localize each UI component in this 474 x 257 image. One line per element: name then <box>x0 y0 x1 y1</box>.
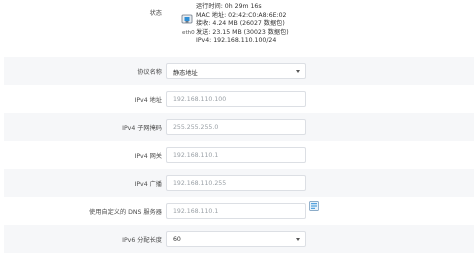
ipv4-netmask-label: IPv4 子网掩码 <box>122 125 162 132</box>
ipv4-broadcast-row: IPv4 广播 192.168.110.255 <box>4 169 474 197</box>
uptime-text: 运行时间: 0h 29m 16s <box>196 3 262 10</box>
interface-settings-form: 状态 eth0 运行时间: 0h 29m 16s MAC 地址: 02:42:C… <box>0 0 474 257</box>
ipv4-gateway-value: 192.168.110.1 <box>173 152 219 159</box>
ipv4-address-input[interactable]: 192.168.110.100 <box>166 91 306 107</box>
ipv6-prefix-label: IPv6 分配长度 <box>122 237 162 244</box>
ipv4-gateway-label: IPv4 网关 <box>134 153 163 160</box>
ipv4-address-label: IPv4 地址 <box>134 97 163 104</box>
custom-dns-label: 使用自定义的 DNS 服务器 <box>89 209 162 216</box>
mac-address-text: MAC 地址: 02:42:C0:A8:6E:02 <box>196 11 287 19</box>
status-details: 运行时间: 0h 29m 16s MAC 地址: 02:42:C0:A8:6E:… <box>196 3 289 46</box>
chevron-down-icon <box>296 238 300 241</box>
custom-dns-value: 192.168.110.1 <box>173 208 219 215</box>
ipv6-prefix-row: IPv6 分配长度 60 <box>4 225 474 253</box>
add-dns-icon[interactable] <box>309 201 319 211</box>
ipv4-netmask-value: 255.255.255.0 <box>173 124 219 131</box>
ipv4-gateway-input[interactable]: 192.168.110.1 <box>166 147 306 163</box>
ipv4-netmask-input[interactable]: 255.255.255.0 <box>166 119 306 135</box>
protocol-row: 协议名称 静态地址 <box>4 57 474 85</box>
ipv4-address-row: IPv4 地址 192.168.110.100 <box>4 85 474 113</box>
interface-name: eth0 <box>182 30 195 36</box>
ipv4-gateway-row: IPv4 网关 192.168.110.1 <box>4 141 474 169</box>
ipv4-broadcast-label: IPv4 广播 <box>134 181 163 188</box>
ipv4-broadcast-input[interactable]: 192.168.110.255 <box>166 175 306 191</box>
ipv6-prefix-select[interactable]: 60 <box>166 231 306 247</box>
custom-dns-input[interactable]: 192.168.110.1 <box>166 203 306 219</box>
tx-text: 发送: 23.15 MB (30023 数据包) <box>196 28 289 36</box>
ipv4-status-text: IPv4: 192.168.110.100/24 <box>196 37 277 45</box>
ipv6-prefix-value: 60 <box>173 236 181 243</box>
ipv4-netmask-row: IPv4 子网掩码 255.255.255.0 <box>4 113 474 141</box>
protocol-select-value: 静态地址 <box>173 70 198 77</box>
chevron-down-icon <box>296 70 300 73</box>
ethernet-port-icon <box>181 14 193 24</box>
rx-text: 接收: 4.24 MB (26027 数据包) <box>196 20 285 28</box>
ipv4-broadcast-value: 192.168.110.255 <box>173 180 227 187</box>
custom-dns-row: 使用自定义的 DNS 服务器 192.168.110.1 <box>4 197 474 225</box>
ipv4-address-value: 192.168.110.100 <box>173 96 227 103</box>
protocol-select[interactable]: 静态地址 <box>166 63 306 79</box>
protocol-label: 协议名称 <box>137 69 162 76</box>
status-label: 状态 <box>149 10 162 17</box>
